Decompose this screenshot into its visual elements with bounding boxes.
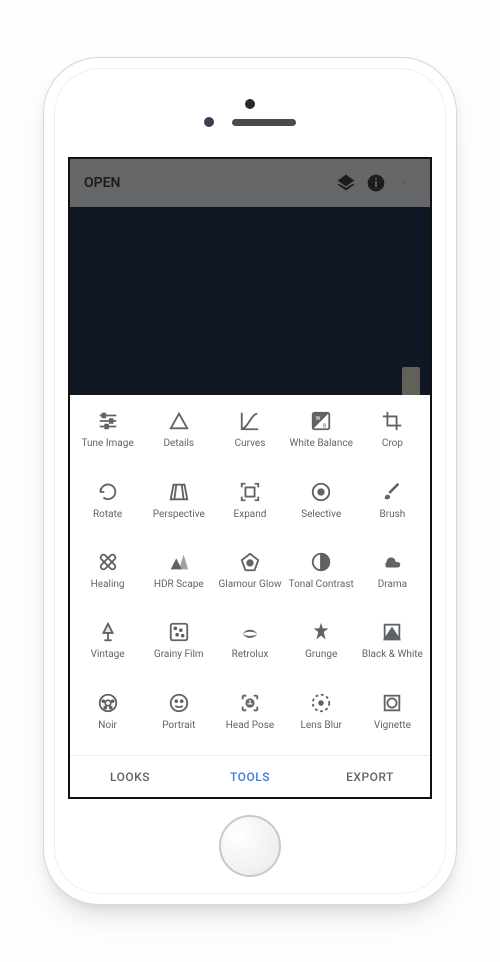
tonal-icon xyxy=(310,551,332,573)
portrait-icon xyxy=(168,692,190,714)
tool-perspective[interactable]: Perspective xyxy=(143,471,214,541)
brush-icon xyxy=(381,481,403,503)
lensblur-icon xyxy=(310,692,332,714)
bw-icon xyxy=(381,621,403,643)
selective-icon xyxy=(310,481,332,503)
tool-label: Expand xyxy=(234,509,267,533)
tool-details[interactable]: Details xyxy=(143,401,214,471)
grainy-icon xyxy=(168,621,190,643)
drama-icon xyxy=(381,551,403,573)
tool-label: HDR Scape xyxy=(154,579,204,603)
tool-noir[interactable]: Noir xyxy=(72,683,143,753)
tool-whitebalance[interactable]: WB White Balance xyxy=(286,401,357,471)
tool-label: Vintage xyxy=(91,649,125,673)
tool-label: Drama xyxy=(378,579,407,603)
tool-selective[interactable]: Selective xyxy=(286,471,357,541)
tool-label: Selective xyxy=(301,509,341,533)
tool-label: Grainy Film xyxy=(154,649,204,673)
tab-looks[interactable]: LOOKS xyxy=(70,770,190,784)
tool-label: White Balance xyxy=(289,438,352,462)
tool-retrolux[interactable]: Retrolux xyxy=(214,612,285,682)
tool-label: Portrait xyxy=(162,720,195,744)
app-toolbar: OPEN xyxy=(70,159,430,207)
vintage-icon xyxy=(97,621,119,643)
healing-icon xyxy=(97,551,119,573)
glow-icon xyxy=(239,551,261,573)
tool-label: Crop xyxy=(382,438,403,462)
tool-glow[interactable]: Glamour Glow xyxy=(214,542,285,612)
hdr-icon xyxy=(168,551,190,573)
noir-icon xyxy=(97,692,119,714)
tool-label: Brush xyxy=(379,509,405,533)
svg-text:W: W xyxy=(316,416,321,422)
tool-crop[interactable]: Crop xyxy=(357,401,428,471)
crop-icon xyxy=(381,410,403,432)
rotate-icon xyxy=(97,481,119,503)
tool-lensblur[interactable]: Lens Blur xyxy=(286,683,357,753)
tool-vintage[interactable]: Vintage xyxy=(72,612,143,682)
tool-bw[interactable]: Black & White xyxy=(357,612,428,682)
tool-label: Black & White xyxy=(362,649,423,673)
camera-dot xyxy=(245,99,255,109)
tools-grid: Tune Image Details Curves WB White Balance Cr… xyxy=(70,395,430,755)
vignette-icon xyxy=(381,692,403,714)
earpiece-speaker xyxy=(232,119,296,126)
phone-frame: OPEN Tune Image Details Curves WB White Bala… xyxy=(43,57,457,905)
tool-vignette[interactable]: Vignette xyxy=(357,683,428,753)
tool-label: Noir xyxy=(98,720,117,744)
svg-text:B: B xyxy=(323,424,327,430)
expand-icon xyxy=(239,481,261,503)
tune-icon xyxy=(97,410,119,432)
perspective-icon xyxy=(168,481,190,503)
tab-export[interactable]: EXPORT xyxy=(310,770,430,784)
tool-rotate[interactable]: Rotate xyxy=(72,471,143,541)
tool-tune[interactable]: Tune Image xyxy=(72,401,143,471)
tool-tonal[interactable]: Tonal Contrast xyxy=(286,542,357,612)
home-button[interactable] xyxy=(219,815,281,877)
tool-label: Glamour Glow xyxy=(218,579,281,603)
headpose-icon xyxy=(239,692,261,714)
tool-label: Grunge xyxy=(305,649,337,673)
device-screen: OPEN Tune Image Details Curves WB White Bala… xyxy=(68,157,432,799)
tool-label: Perspective xyxy=(153,509,205,533)
tool-healing[interactable]: Healing xyxy=(72,542,143,612)
details-icon xyxy=(168,410,190,432)
retrolux-icon xyxy=(239,621,261,643)
tool-drama[interactable]: Drama xyxy=(357,542,428,612)
tool-expand[interactable]: Expand xyxy=(214,471,285,541)
tab-tools[interactable]: TOOLS xyxy=(190,770,310,784)
tool-label: Details xyxy=(163,438,194,462)
tool-grainy[interactable]: Grainy Film xyxy=(143,612,214,682)
info-icon[interactable] xyxy=(366,173,386,193)
tool-label: Vignette xyxy=(374,720,411,744)
curves-icon xyxy=(239,410,261,432)
tool-label: Lens Blur xyxy=(300,720,341,744)
proximity-sensor xyxy=(204,117,214,127)
tool-label: Healing xyxy=(91,579,125,603)
tool-label: Tune Image xyxy=(82,438,134,462)
open-button[interactable]: OPEN xyxy=(84,175,120,191)
tool-label: Rotate xyxy=(93,509,122,533)
tool-hdr[interactable]: HDR Scape xyxy=(143,542,214,612)
whitebalance-icon: WB xyxy=(310,410,332,432)
tools-sheet: Tune Image Details Curves WB White Balance Cr… xyxy=(70,395,430,797)
tool-headpose[interactable]: Head Pose xyxy=(214,683,285,753)
tool-label: Retrolux xyxy=(232,649,269,673)
phone-top xyxy=(204,69,296,157)
phone-inner: OPEN Tune Image Details Curves WB White Bala… xyxy=(54,68,446,894)
layers-icon[interactable] xyxy=(336,173,356,193)
tool-curves[interactable]: Curves xyxy=(214,401,285,471)
tool-portrait[interactable]: Portrait xyxy=(143,683,214,753)
grunge-icon xyxy=(310,621,332,643)
tool-label: Head Pose xyxy=(226,720,274,744)
photo-canvas[interactable] xyxy=(70,207,430,395)
tool-grunge[interactable]: Grunge xyxy=(286,612,357,682)
tool-brush[interactable]: Brush xyxy=(357,471,428,541)
more-icon[interactable] xyxy=(396,173,416,193)
bottom-tabs: LOOKS TOOLS EXPORT xyxy=(70,755,430,797)
tool-label: Curves xyxy=(235,438,266,462)
tool-label: Tonal Contrast xyxy=(289,579,354,603)
